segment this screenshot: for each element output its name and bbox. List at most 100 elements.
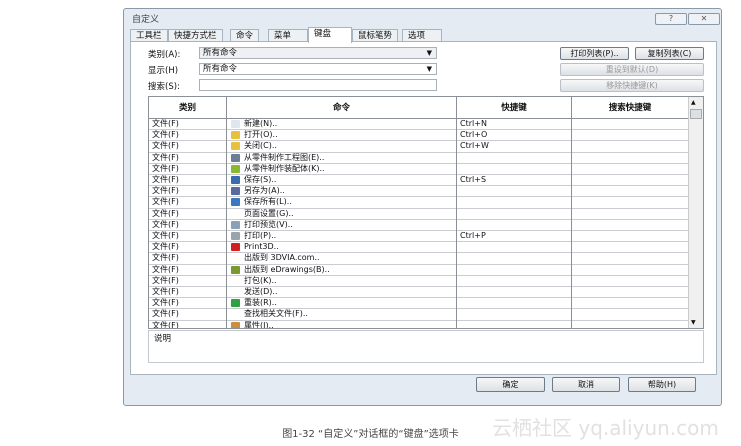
cell-search-shortcut <box>572 231 689 243</box>
category-select[interactable]: 所有命令 ▼ <box>199 47 437 59</box>
search-label: 搜索(S): <box>148 82 180 92</box>
cell-category: 文件(F) <box>149 141 227 153</box>
shortcut-text: Ctrl+W <box>460 141 489 151</box>
category-text: 文件(F) <box>152 219 179 229</box>
category-text: 文件(F) <box>152 130 179 140</box>
category-value: 所有命令 <box>203 48 238 58</box>
table-row[interactable]: 文件(F) 打开(O).. Ctrl+O <box>149 130 689 142</box>
search-input[interactable] <box>199 79 437 91</box>
table-row[interactable]: 文件(F) 页面设置(G).. <box>149 208 689 220</box>
category-text: 文件(F) <box>152 242 179 252</box>
category-label: 类别(A): <box>148 50 181 60</box>
reset-default-button[interactable]: 重设到默认(D) <box>560 63 704 76</box>
cell-category: 文件(F) <box>149 163 227 175</box>
cell-shortcut <box>457 219 572 231</box>
cell-category: 文件(F) <box>149 309 227 321</box>
close-folder-icon <box>231 142 240 151</box>
cell-shortcut <box>457 197 572 209</box>
command-text: 从零件制作工程图(E).. <box>244 152 325 162</box>
cell-command: 发送(D).. <box>227 287 457 299</box>
print-list-button[interactable]: 打印列表(P).. <box>560 47 629 60</box>
remove-shortcut-button[interactable]: 移除快捷键(K) <box>560 79 704 92</box>
cell-search-shortcut <box>572 287 689 299</box>
properties-icon <box>231 321 240 328</box>
cell-category: 文件(F) <box>149 298 227 310</box>
cell-category: 文件(F) <box>149 219 227 231</box>
command-text: 出版到 3DVIA.com.. <box>244 253 320 263</box>
cell-category: 文件(F) <box>149 130 227 142</box>
table-row[interactable]: 文件(F) 打包(K).. <box>149 275 689 287</box>
new-document-icon <box>231 120 240 128</box>
cell-category: 文件(F) <box>149 231 227 243</box>
table-row[interactable]: 文件(F) 保存(S).. Ctrl+S <box>149 175 689 187</box>
command-text: Print3D.. <box>244 242 279 252</box>
help-button[interactable]: 帮助(H) <box>628 377 696 392</box>
table-row[interactable]: 文件(F) 从零件制作装配体(K).. <box>149 163 689 175</box>
cell-command: 出版到 3DVIA.com.. <box>227 253 457 265</box>
table-row[interactable]: 文件(F) 保存所有(L).. <box>149 197 689 209</box>
help-title-button[interactable]: ? <box>655 13 687 25</box>
cell-command: 从零件制作装配体(K).. <box>227 163 457 175</box>
cell-shortcut <box>457 152 572 164</box>
close-button[interactable]: ✕ <box>688 13 720 25</box>
cell-category: 文件(F) <box>149 175 227 187</box>
copy-list-button[interactable]: 复制列表(C) <box>635 47 704 60</box>
drawing-icon <box>231 153 240 162</box>
command-text: 属性(I).. <box>244 320 274 329</box>
cell-command: 另存为(A).. <box>227 186 457 198</box>
cell-command: 属性(I).. <box>227 320 457 329</box>
category-text: 文件(F) <box>152 231 179 240</box>
table-row[interactable]: 文件(F) 另存为(A).. <box>149 186 689 198</box>
scroll-down-icon[interactable]: ▼ <box>691 319 696 326</box>
cell-shortcut <box>457 287 572 299</box>
vertical-scrollbar[interactable]: ▲ ▼ <box>688 97 703 328</box>
header-category[interactable]: 类别 <box>149 97 227 119</box>
table-row[interactable]: 文件(F) 出版到 eDrawings(B).. <box>149 264 689 276</box>
table-row[interactable]: 文件(F) 新建(N).. Ctrl+N <box>149 119 689 131</box>
table-row[interactable]: 文件(F) 出版到 3DVIA.com.. <box>149 253 689 265</box>
open-folder-icon <box>231 131 240 140</box>
cell-shortcut <box>457 186 572 198</box>
cell-command: 打开(O).. <box>227 130 457 142</box>
cell-category: 文件(F) <box>149 119 227 131</box>
shortcut-text: Ctrl+N <box>460 119 487 128</box>
show-select[interactable]: 所有命令 ▼ <box>199 63 437 75</box>
save-as-icon <box>231 187 240 196</box>
description-label: 说明 <box>154 334 172 344</box>
blank-icon <box>231 288 240 296</box>
table-row[interactable]: 文件(F) 从零件制作工程图(E).. <box>149 152 689 164</box>
table-row[interactable]: 文件(F) 打印预览(V).. <box>149 219 689 231</box>
cell-shortcut <box>457 253 572 265</box>
cell-category: 文件(F) <box>149 275 227 287</box>
category-text: 文件(F) <box>152 208 179 218</box>
table-row[interactable]: 文件(F) 打印(P).. Ctrl+P <box>149 231 689 243</box>
cell-search-shortcut <box>572 320 689 328</box>
command-text: 新建(N).. <box>244 119 278 128</box>
category-text: 文件(F) <box>152 141 179 151</box>
dialog-title: 自定义 <box>132 15 160 25</box>
table-row[interactable]: 文件(F) 属性(I).. <box>149 320 689 329</box>
cancel-button[interactable]: 取消 <box>552 377 620 392</box>
command-text: 页面设置(G).. <box>244 208 294 218</box>
table-row[interactable]: 文件(F) 查找相关文件(F).. <box>149 309 689 321</box>
table-row[interactable]: 文件(F) 关闭(C).. Ctrl+W <box>149 141 689 153</box>
cell-shortcut: Ctrl+W <box>457 141 572 153</box>
command-text: 打开(O).. <box>244 130 278 140</box>
command-text: 出版到 eDrawings(B).. <box>244 264 330 274</box>
chevron-down-icon: ▼ <box>426 65 432 73</box>
scroll-up-icon[interactable]: ▲ <box>691 99 696 106</box>
category-text: 文件(F) <box>152 163 179 173</box>
table-row[interactable]: 文件(F) 发送(D).. <box>149 287 689 299</box>
cell-shortcut: Ctrl+O <box>457 130 572 142</box>
scrollbar-thumb[interactable] <box>690 109 702 119</box>
table-row[interactable]: 文件(F) Print3D.. <box>149 242 689 254</box>
table-row[interactable]: 文件(F) 重装(R).. <box>149 298 689 310</box>
cell-command: 打印预览(V).. <box>227 219 457 231</box>
ok-button[interactable]: 确定 <box>476 377 545 392</box>
header-command[interactable]: 命令 <box>227 97 457 119</box>
header-search-shortcut[interactable]: 搜索快捷键 <box>572 97 689 119</box>
reload-icon <box>231 299 240 308</box>
cell-search-shortcut <box>572 208 689 220</box>
tab-keyboard[interactable]: 键盘 <box>308 27 352 43</box>
header-shortcut[interactable]: 快捷键 <box>457 97 572 119</box>
